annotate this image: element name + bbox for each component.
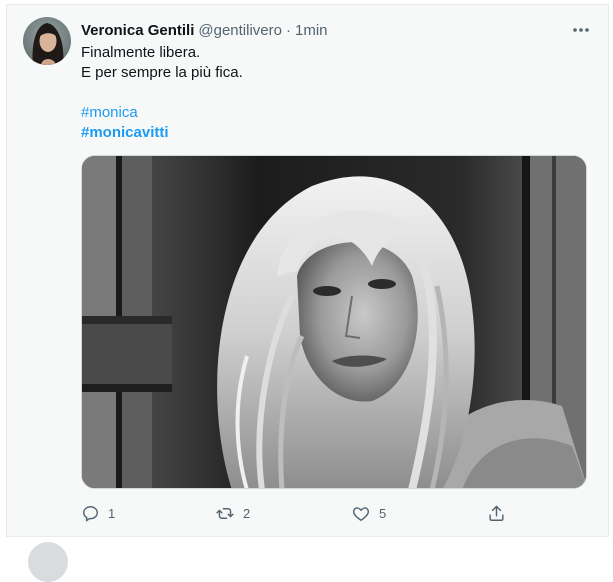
tweet-text: Finalmente libera. E per sempre la più f…: [81, 43, 591, 143]
hashtag-link-monica[interactable]: #monica: [81, 104, 138, 121]
author-name[interactable]: Veronica Gentili: [81, 21, 194, 41]
like-count: 5: [379, 505, 387, 521]
reply-icon: [83, 505, 98, 521]
avatar-image: [23, 17, 71, 65]
retweet-icon: [216, 507, 234, 519]
separator-dot: ·: [285, 22, 291, 39]
like-icon: [352, 506, 370, 521]
next-tweet-avatar[interactable]: [28, 542, 68, 582]
tweet-text-line-1: Finalmente libera.: [81, 44, 201, 61]
hashtag-link-monicavitti[interactable]: #monicavitti: [81, 124, 169, 141]
more-options-button[interactable]: [568, 19, 594, 41]
retweet-count: 2: [243, 505, 251, 521]
tweet-card[interactable]: Veronica Gentili @gentilivero · 1min Fin…: [6, 4, 609, 537]
share-button[interactable]: [487, 499, 506, 527]
more-icon: [573, 28, 589, 32]
share-icon: [489, 505, 504, 521]
photo-image: [82, 156, 586, 488]
reply-button[interactable]: 1: [81, 499, 115, 527]
tweet-text-line-2: E per sempre la più fica.: [81, 64, 243, 81]
reply-count: 1: [108, 505, 116, 521]
tweet-media-photo[interactable]: [81, 155, 587, 489]
author-handle[interactable]: @gentilivero: [198, 21, 282, 41]
author-avatar[interactable]: [23, 17, 71, 65]
tweet-timestamp[interactable]: 1min: [295, 21, 328, 41]
retweet-button[interactable]: 2: [215, 499, 250, 527]
like-button[interactable]: 5: [351, 499, 386, 527]
tweet-actions-bar: 1 2 5: [75, 499, 507, 527]
tweet-header: Veronica Gentili @gentilivero · 1min: [81, 21, 328, 41]
